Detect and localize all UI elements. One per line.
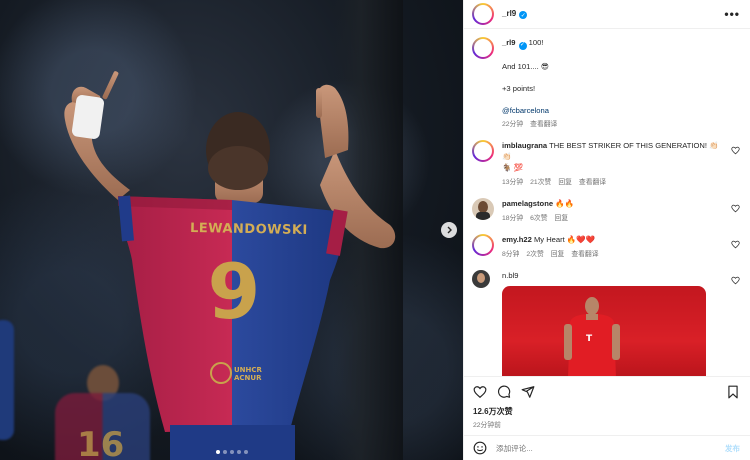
comments-list[interactable]: _rl9 ✓ 100! And 101.... 😎 +3 points! @fcb… — [464, 29, 750, 376]
comment-time: 18分钟 — [502, 214, 524, 222]
caption-line-2: And 101.... 😎 — [502, 61, 549, 71]
carousel-dot[interactable] — [230, 450, 234, 454]
carousel-dot[interactable] — [237, 450, 241, 454]
reply-button[interactable]: 回复 — [555, 212, 569, 222]
comment-item: pamelagstone 🔥🔥 18分钟 6次赞 回复 — [472, 197, 740, 222]
comment-text: My Heart 🔥❤️❤️ — [533, 234, 596, 244]
see-translation-button[interactable]: 查看翻译 — [571, 248, 598, 258]
emoji-icon[interactable] — [473, 441, 487, 455]
comment-likes[interactable]: 2次赞 — [526, 248, 543, 258]
reply-button[interactable]: 回复 — [551, 248, 565, 258]
comment-text-continued: 🐐 💯 — [502, 162, 524, 172]
caption-username[interactable]: _rl9 — [502, 38, 516, 47]
verified-icon: ✓ — [518, 41, 527, 50]
commenter-avatar[interactable] — [472, 139, 494, 162]
post-header: _rl9 ✓ ••• — [464, 0, 750, 29]
comment-time: 8分钟 — [502, 250, 520, 258]
author-avatar[interactable] — [472, 3, 494, 25]
comment-item: emy.h22 My Heart 🔥❤️❤️ 8分钟 2次赞 回复 查看翻译 — [472, 233, 740, 258]
carousel-dot[interactable] — [244, 450, 248, 454]
heart-icon[interactable] — [473, 385, 487, 399]
caption-line-1: 100! — [528, 38, 544, 47]
add-comment-bar: 发布 — [464, 435, 750, 460]
see-translation-button[interactable]: 查看翻译 — [530, 118, 557, 128]
post-timestamp: 22分钟前 — [473, 422, 501, 429]
heart-icon[interactable] — [731, 204, 740, 213]
add-comment-input[interactable] — [496, 443, 725, 453]
post-comment-button[interactable]: 发布 — [725, 443, 740, 454]
share-icon[interactable] — [521, 385, 535, 399]
commenter-avatar[interactable] — [472, 269, 490, 288]
caption-time: 22分钟 — [502, 120, 524, 128]
commenter-username[interactable]: emy.h22 — [502, 235, 532, 244]
more-options-button[interactable]: ••• — [724, 7, 740, 21]
heart-icon[interactable] — [731, 146, 740, 155]
caption-line-3: +3 points! — [502, 83, 536, 93]
verified-icon: ✓ — [519, 11, 528, 20]
commenter-username[interactable]: pamelagstone — [502, 199, 553, 208]
likes-count[interactable]: 12.6万次赞 — [473, 406, 740, 417]
caption-mention-link[interactable]: @fcbarcelona — [502, 105, 726, 116]
commenter-username[interactable]: imblaugrana — [502, 141, 547, 150]
post-stats: 12.6万次赞 22分钟前 — [464, 406, 750, 435]
commenter-avatar[interactable] — [472, 233, 494, 256]
comment-item: n.bl9 T — [472, 269, 740, 376]
heart-icon[interactable] — [731, 276, 740, 285]
heart-icon[interactable] — [731, 240, 740, 249]
comment-gif[interactable]: T — [502, 285, 706, 376]
caption-avatar[interactable] — [472, 37, 494, 59]
reply-button[interactable]: 回复 — [558, 176, 572, 186]
svg-text:9: 9 — [208, 247, 261, 336]
post-media[interactable]: 16 9 LEWANDOWSKI UNHCR ACNUR — [0, 0, 463, 460]
post-details-panel: _rl9 ✓ ••• _rl9 ✓ 100! And 101.... 😎 +3 po… — [463, 0, 750, 460]
comment-likes[interactable]: 6次赞 — [530, 212, 547, 222]
jersey-name: LEWANDOWSKI — [189, 220, 308, 239]
post-actions-bar — [464, 376, 750, 406]
post-caption: _rl9 ✓ 100! And 101.... 😎 +3 points! @fcb… — [472, 37, 740, 128]
bookmark-icon[interactable] — [726, 385, 740, 399]
author-username[interactable]: _rl9 ✓ — [502, 9, 528, 20]
comment-item: imblaugrana THE BEST STRIKER OF THIS GEN… — [472, 139, 740, 186]
comment-text: 🔥🔥 — [555, 198, 575, 208]
next-slide-button[interactable] — [441, 222, 457, 238]
comment-likes[interactable]: 21次赞 — [530, 176, 551, 186]
carousel-dot[interactable] — [223, 450, 227, 454]
comment-time: 13分钟 — [502, 178, 524, 186]
post-modal: 16 9 LEWANDOWSKI UNHCR ACNUR _rl9 ✓ ••• … — [0, 0, 750, 460]
chevron-right-icon — [447, 226, 452, 234]
carousel-dot[interactable] — [216, 450, 220, 454]
carousel-dots — [216, 450, 248, 454]
comment-icon[interactable] — [497, 385, 511, 399]
see-translation-button[interactable]: 查看翻译 — [579, 176, 606, 186]
commenter-username[interactable]: n.bl9 — [502, 271, 518, 280]
jersey-sponsor: UNHCR ACNUR — [234, 366, 262, 382]
commenter-avatar[interactable] — [472, 197, 494, 220]
svg-text:T: T — [586, 334, 593, 344]
